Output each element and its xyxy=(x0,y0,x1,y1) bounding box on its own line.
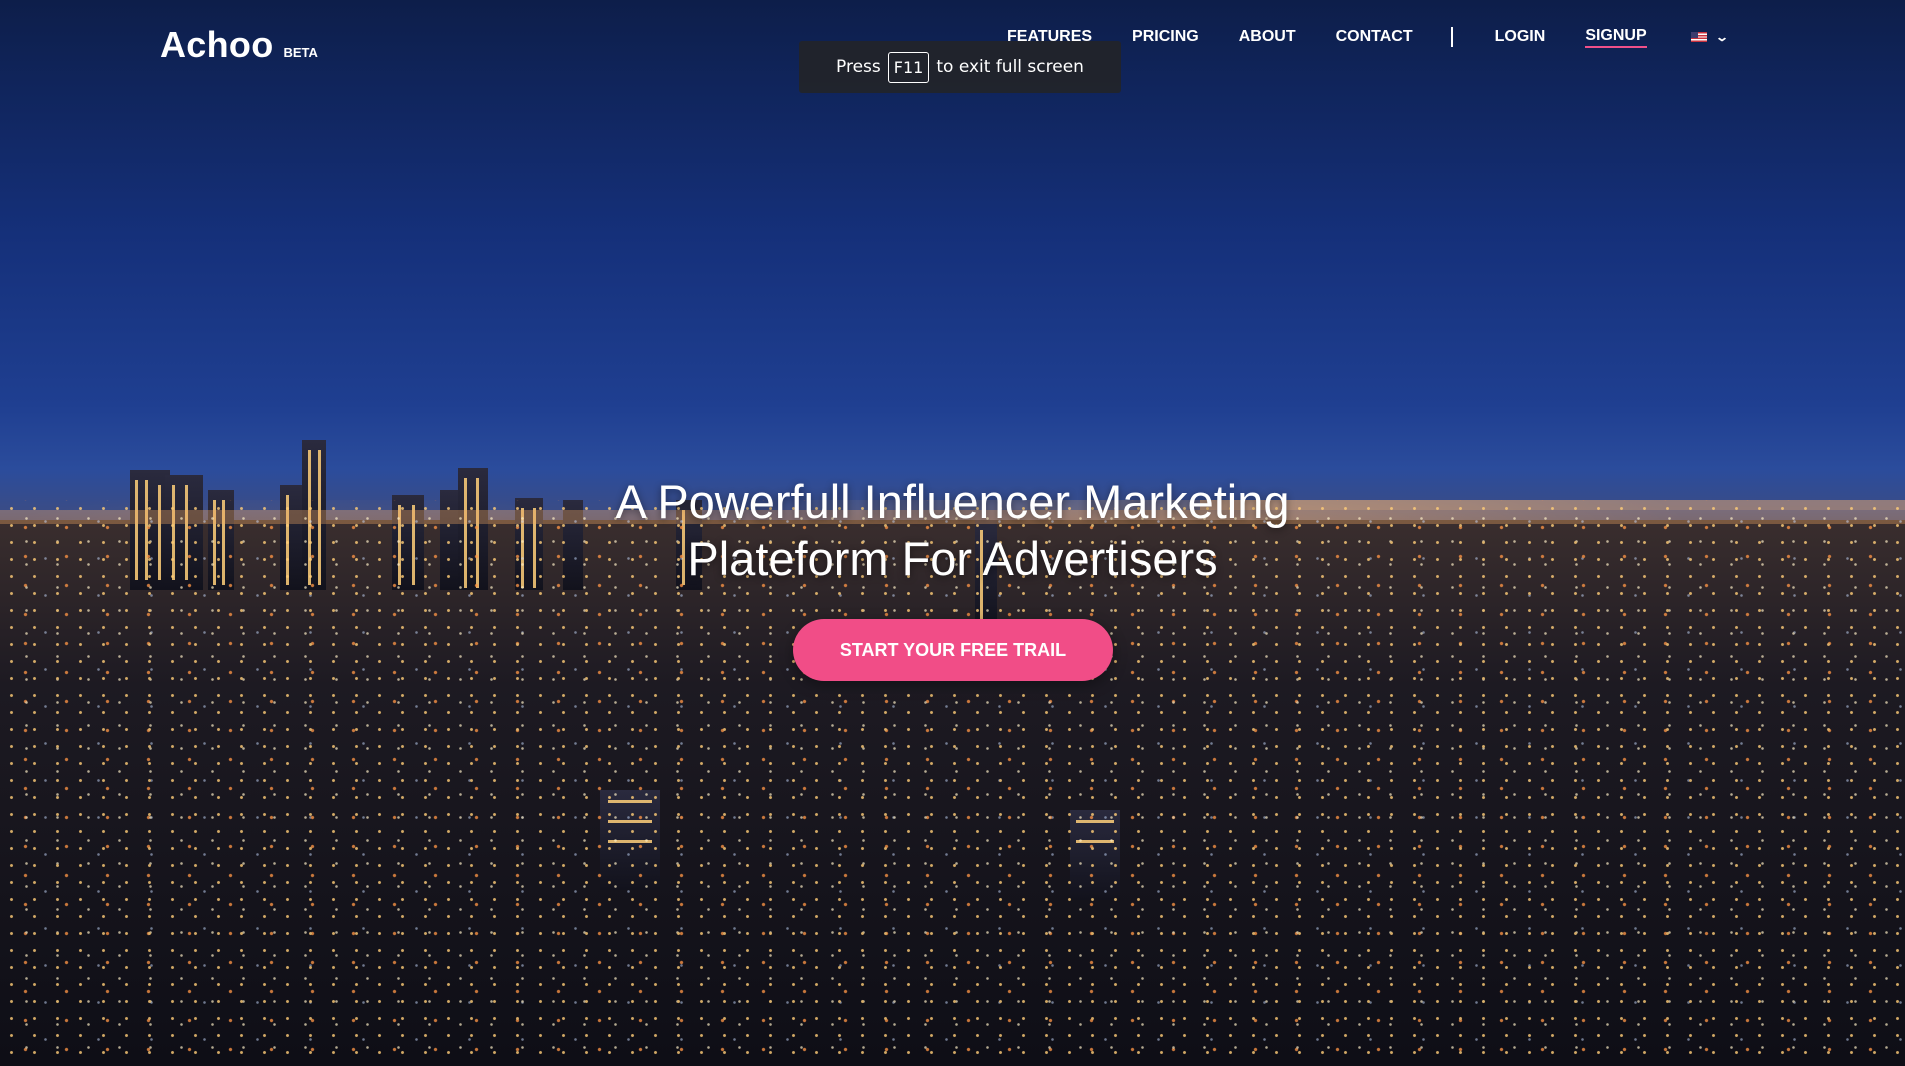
toast-suffix: to exit full screen xyxy=(936,57,1084,77)
nav-link-about[interactable]: ABOUT xyxy=(1239,28,1296,46)
beta-badge: BETA xyxy=(283,45,318,60)
toast-key: F11 xyxy=(887,51,930,83)
toast-prefix: Press xyxy=(836,57,881,77)
nav-divider xyxy=(1450,27,1453,47)
hero-title-line-2: Plateform For Advertisers xyxy=(687,532,1218,585)
hero-title: A Powerfull Influencer Marketing Platefo… xyxy=(573,473,1333,587)
start-free-trial-button[interactable]: START YOUR FREE TRAIL xyxy=(793,619,1113,681)
nav-link-signup[interactable]: SIGNUP xyxy=(1585,27,1647,48)
nav-link-pricing[interactable]: PRICING xyxy=(1132,28,1199,46)
chevron-down-icon: ⌄ xyxy=(1714,30,1729,44)
hero-section: A Powerfull Influencer Marketing Platefo… xyxy=(0,473,1905,587)
nav-link-login[interactable]: LOGIN xyxy=(1495,28,1546,46)
hero-title-line-1: A Powerfull Influencer Marketing xyxy=(615,475,1290,528)
brand-logo[interactable]: Achoo BETA xyxy=(160,24,318,66)
language-selector[interactable]: ⌄ xyxy=(1690,30,1729,44)
fullscreen-exit-toast: Press F11 to exit full screen xyxy=(799,41,1121,93)
nav-link-contact[interactable]: CONTACT xyxy=(1336,28,1413,46)
landing-page: Achoo BETA FEATURES PRICING ABOUT CONTAC… xyxy=(0,0,1905,1066)
us-flag-icon xyxy=(1690,32,1707,42)
brand-name: Achoo xyxy=(160,24,274,65)
